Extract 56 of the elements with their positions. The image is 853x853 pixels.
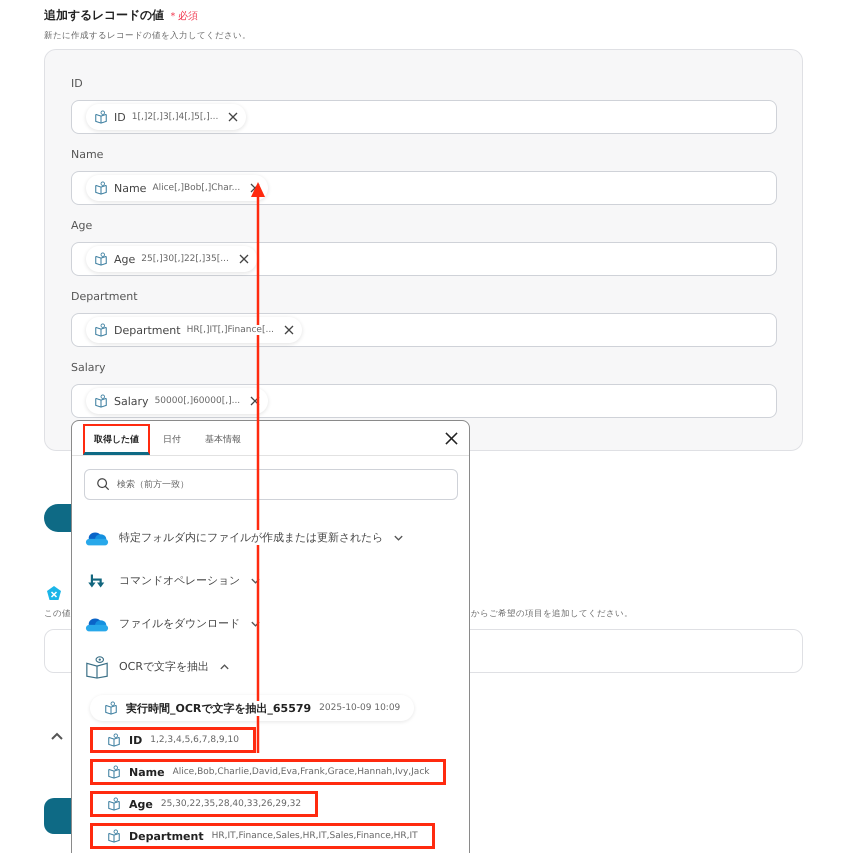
tab[interactable]: 基本情報 [194,424,252,455]
close-icon[interactable] [228,112,238,122]
input-field[interactable]: Name Alice[,]Bob[,]Char... [71,171,777,205]
caret-up-icon[interactable] [50,731,64,741]
input-field[interactable]: Age 25[,]30[,]22[,]35[... [71,242,777,276]
field-label: Age [71,219,94,234]
description-text: この値 [44,608,71,620]
field-label: Department [71,290,139,305]
search-field[interactable]: 検索（前方一致） [84,469,458,500]
book-icon [94,394,108,408]
close-icon[interactable] [238,254,249,264]
tab[interactable]: 取得した値 [83,424,150,455]
cloud-icon [85,530,109,546]
group-title[interactable]: OCRで文字を抽出 [119,659,209,674]
value-item[interactable]: 実行時間_OCRで文字を抽出_65579 2025-10-09 10:09 [90,695,414,721]
value-chip[interactable]: Salary 50000[,]60000[,]... [86,388,268,414]
book-icon [107,797,121,811]
value-chip[interactable]: Name Alice[,]Bob[,]Char... [86,175,268,201]
variable-icon [46,585,62,601]
section-description: 新たに作成するレコードの値を入力してください。 [44,30,252,42]
field-label: Salary [71,361,107,376]
required-label: ＊必須 [168,10,198,23]
value-item[interactable]: Name Alice,Bob,Charlie,David,Eva,Frank,Grace,Hannah,Ivy,Jack [90,759,446,785]
chevron-down-icon[interactable] [393,534,404,542]
book-eye-icon [85,654,109,678]
value-chip[interactable]: Age 25[,]30[,]22[,]35[... [86,246,257,272]
book-icon [107,733,121,747]
close-icon[interactable] [284,325,294,335]
value-chip[interactable]: Department HR[,]IT[,]Finance[... [86,317,302,343]
section-title: 追加するレコードの値 [44,7,164,24]
tab[interactable]: 日付 [152,424,192,455]
group-title[interactable]: ファイルをダウンロード [119,616,240,631]
value-item[interactable]: Age 25,30,22,35,28,40,33,26,29,32 [90,791,318,817]
field-label: Name [71,148,104,163]
book-icon [94,252,108,266]
book-icon [94,323,108,337]
group-title[interactable]: 特定フォルダ内にファイルが作成または更新されたら [119,530,383,545]
cloud-icon [85,616,109,632]
book-icon [107,829,121,843]
search-icon [96,477,110,491]
value-item[interactable]: Department HR,IT,Finance,Sales,HR,IT,Sales,Finance,HR,IT [90,823,435,849]
book-icon [107,765,121,779]
group-title[interactable]: コマンドオペレーション [119,573,240,588]
field-label: ID [71,77,84,92]
book-icon [94,181,108,195]
input-field[interactable]: Department HR[,]IT[,]Finance[... [71,313,777,347]
input-field[interactable]: Salary 50000[,]60000[,]... [71,384,777,418]
value-item[interactable]: ID 1,2,3,4,5,6,7,8,9,10 [90,727,256,753]
input-field[interactable]: ID 1[,]2[,]3[,]4[,]5[,]... [71,100,777,134]
close-icon[interactable] [445,432,458,445]
chevron-up-icon[interactable] [218,662,230,670]
book-icon [104,701,118,715]
close-icon[interactable] [250,183,260,193]
description-text: からご希望の項目を追加してください。 [471,608,633,620]
value-chip[interactable]: ID 1[,]2[,]3[,]4[,]5[,]... [86,104,246,130]
book-icon [94,110,108,124]
